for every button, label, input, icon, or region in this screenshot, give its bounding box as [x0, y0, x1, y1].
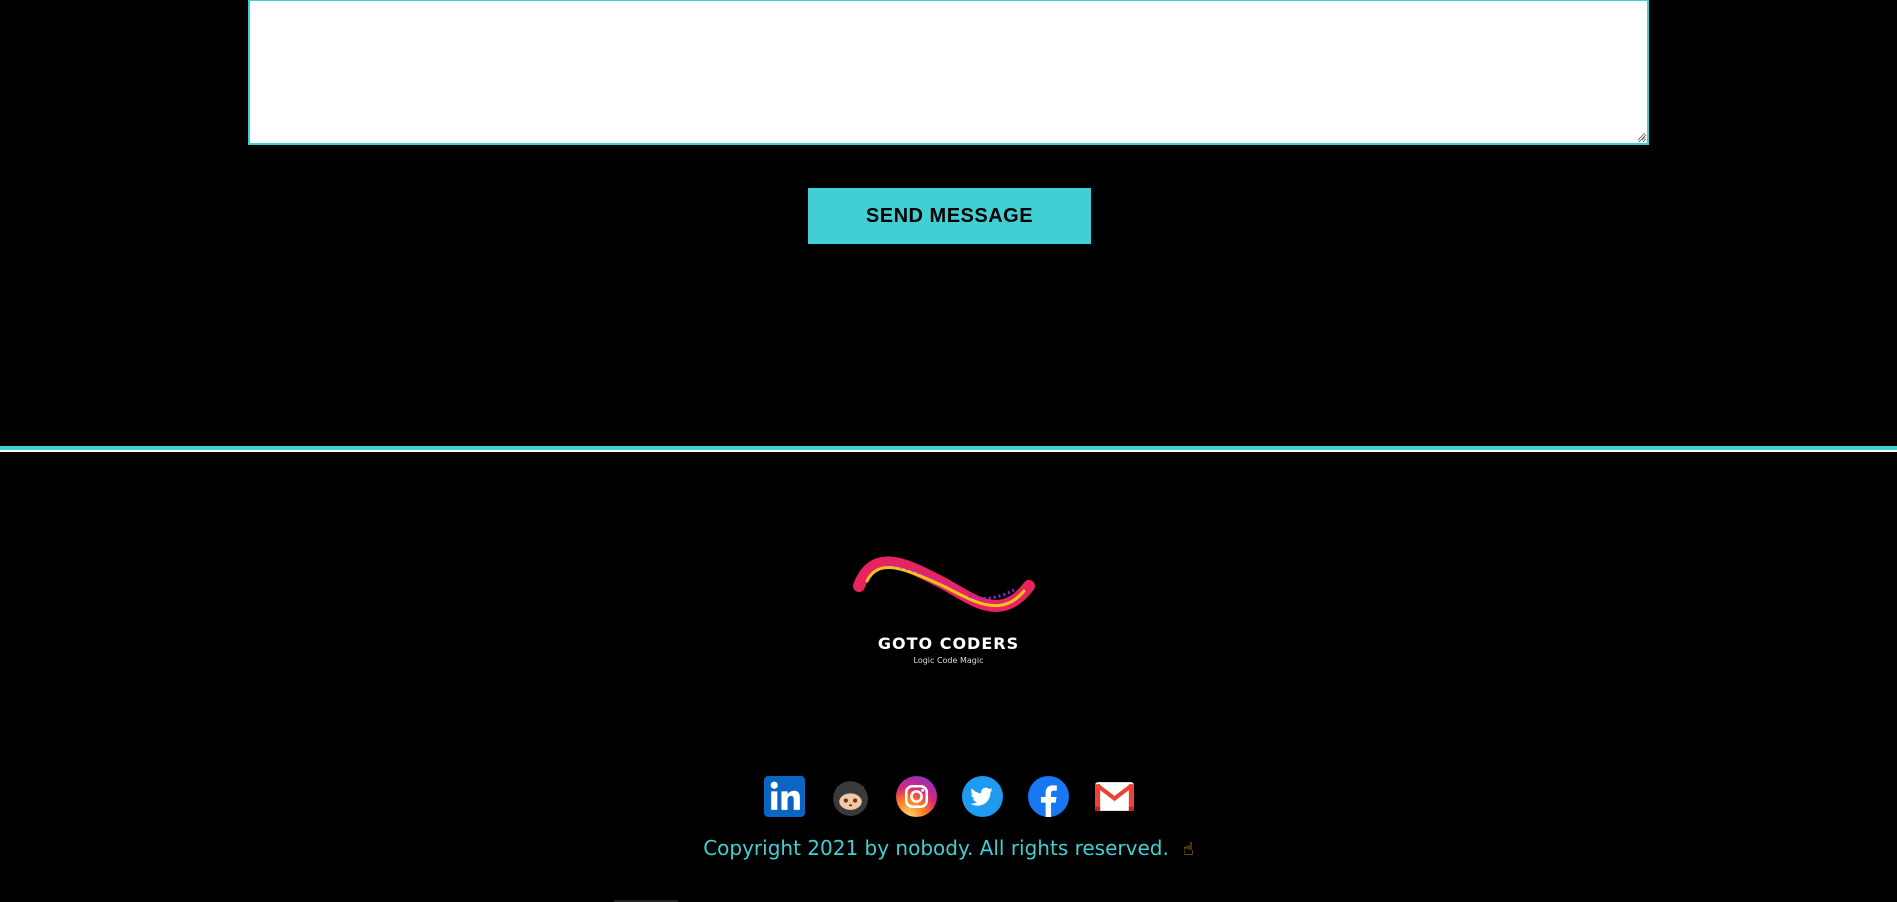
twitter-link[interactable] — [962, 776, 1003, 817]
social-links — [764, 776, 1135, 818]
twitter-icon — [962, 776, 1003, 817]
pointing-hand-icon: ☝ — [1182, 839, 1194, 860]
message-textarea[interactable] — [248, 0, 1649, 145]
github-icon — [833, 781, 868, 816]
facebook-icon — [1028, 776, 1069, 817]
footer: GOTO CODERS Logic Code Magic Copyright 2… — [0, 454, 1897, 902]
gmail-link[interactable] — [1094, 776, 1135, 817]
logo-title: GOTO CODERS — [877, 634, 1020, 653]
copyright-label: Copyright 2021 by nobody. All rights res… — [703, 836, 1169, 860]
logo-tagline: Logic Code Magic — [913, 656, 984, 665]
github-link[interactable] — [830, 776, 871, 817]
linkedin-link[interactable] — [764, 776, 805, 817]
resize-grip-icon[interactable] — [1636, 131, 1646, 141]
facebook-link[interactable] — [1028, 776, 1069, 817]
instagram-icon — [896, 776, 937, 817]
send-message-button[interactable]: SEND MESSAGE — [808, 188, 1091, 244]
copyright-text: Copyright 2021 by nobody. All rights res… — [0, 836, 1897, 860]
page: SEND MESSAGE GOTO CODERS Logic Code Magi… — [0, 0, 1897, 902]
gmail-icon — [1095, 782, 1134, 811]
footer-divider — [0, 446, 1897, 452]
linkedin-icon — [764, 776, 805, 817]
instagram-link[interactable] — [896, 776, 937, 817]
